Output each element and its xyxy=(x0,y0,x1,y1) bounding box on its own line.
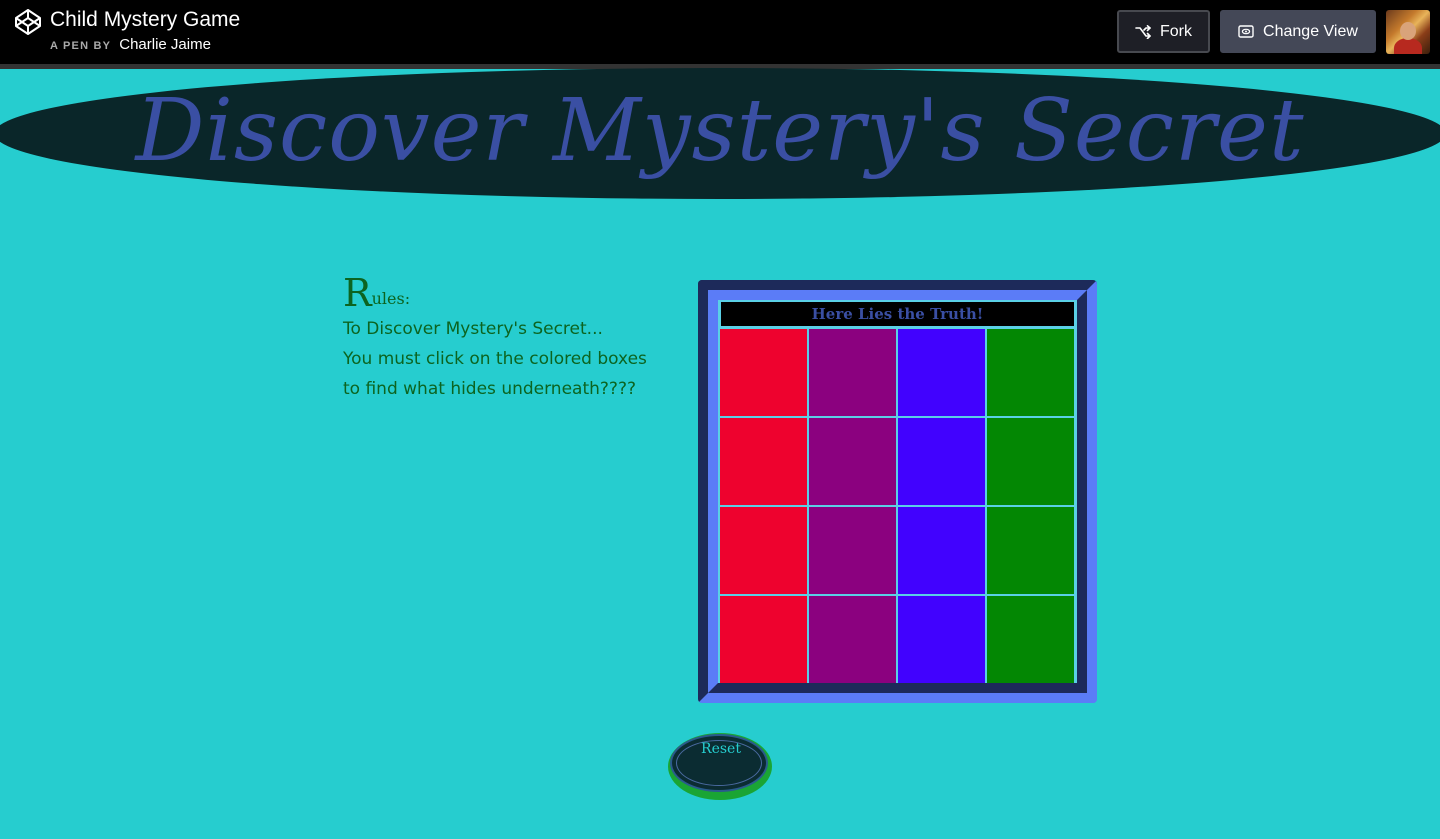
rules-heading-rest: ules: xyxy=(371,289,411,308)
mystery-box-r3-c1[interactable] xyxy=(720,507,807,594)
mystery-box-r1-c1[interactable] xyxy=(720,329,807,416)
change-view-button[interactable]: Change View xyxy=(1220,10,1376,53)
pen-title: Child Mystery Game xyxy=(50,8,241,31)
rules-line: You must click on the colored boxes xyxy=(343,349,647,369)
fork-button-label: Fork xyxy=(1160,22,1192,40)
reset-button[interactable]: Reset xyxy=(668,733,772,800)
mystery-box-r3-c4[interactable] xyxy=(987,507,1074,594)
avatar-face xyxy=(1400,22,1416,40)
change-view-button-label: Change View xyxy=(1263,22,1358,40)
mystery-box-grid xyxy=(719,329,1076,683)
pen-author-link[interactable]: Charlie Jaime xyxy=(119,36,211,53)
rules-section: Rules: To Discover Mystery's Secret... Y… xyxy=(343,272,673,404)
game-board-table: Here Lies the Truth! xyxy=(719,300,1076,683)
rules-text: To Discover Mystery's Secret... You must… xyxy=(343,314,673,404)
pen-by-label: A PEN BY xyxy=(50,40,112,52)
mystery-box-r4-c4[interactable] xyxy=(987,596,1074,683)
mystery-box-r4-c1[interactable] xyxy=(720,596,807,683)
rules-line: to find what hides underneath???? xyxy=(343,379,636,399)
mystery-box-r1-c2[interactable] xyxy=(809,329,896,416)
user-avatar[interactable] xyxy=(1386,10,1430,54)
mystery-box-r4-c2[interactable] xyxy=(809,596,896,683)
rules-line: To Discover Mystery's Secret... xyxy=(343,319,603,339)
mystery-box-r4-c3[interactable] xyxy=(898,596,985,683)
mystery-box-r2-c1[interactable] xyxy=(720,418,807,505)
pen-author-line: A PEN BY Charlie Jaime xyxy=(50,35,211,55)
rules-heading-initial: R xyxy=(343,271,372,315)
reset-button-face: Reset xyxy=(670,734,768,792)
page-title: Discover Mystery's Secret xyxy=(135,81,1305,181)
fork-icon xyxy=(1135,24,1151,39)
mystery-box-r3-c2[interactable] xyxy=(809,507,896,594)
eye-window-icon xyxy=(1238,25,1254,38)
board-caption: Here Lies the Truth! xyxy=(720,301,1075,327)
rules-heading: Rules: xyxy=(343,272,673,314)
mystery-box-r1-c4[interactable] xyxy=(987,329,1074,416)
game-board: Here Lies the Truth! xyxy=(698,280,1097,703)
mystery-box-r3-c3[interactable] xyxy=(898,507,985,594)
avatar-body xyxy=(1394,38,1422,54)
mystery-box-r2-c3[interactable] xyxy=(898,418,985,505)
game-board-inner: Here Lies the Truth! xyxy=(708,290,1087,693)
codepen-header: Child Mystery Game A PEN BY Charlie Jaim… xyxy=(0,0,1440,69)
mystery-box-r2-c4[interactable] xyxy=(987,418,1074,505)
reset-button-label: Reset xyxy=(701,741,741,757)
mystery-box-r2-c2[interactable] xyxy=(809,418,896,505)
codepen-logo-icon[interactable] xyxy=(14,8,42,36)
mystery-box-r1-c3[interactable] xyxy=(898,329,985,416)
fork-button[interactable]: Fork xyxy=(1117,10,1210,53)
